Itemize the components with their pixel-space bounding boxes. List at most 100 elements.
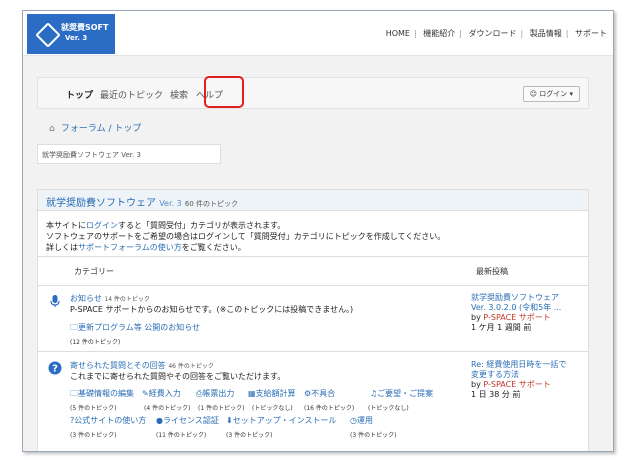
category-title-news[interactable]: お知らせ 14 件のトピック [70,293,150,304]
site-header: 就奨費SOFT Ver. 3 HOME | 機能紹介 | ダウンロード | 製品情報 |… [23,11,613,56]
subcategory-license[interactable]: ●ライセンス認証 [156,415,219,426]
clock-icon: ◷ [350,416,357,425]
latest-faq-by: by [471,380,481,389]
category-card: 就学奨励費ソフトウェア Ver. 3 60 件のトピック 本サイトにログインする… [37,189,589,451]
latest-faq-title[interactable]: Re: 経費使用日時を一括で [471,360,566,370]
intro-line1-post: すると「質問受付」カテゴリが表示されます。 [118,221,286,230]
card-version: Ver. 3 [159,199,182,208]
forum-nav-top[interactable]: トップ [66,88,93,101]
folder-icon: 🗀 [70,389,78,398]
subcategory-payment-calc[interactable]: ▦支給額計算 [248,388,296,399]
subcount-basic-info: (5 件のトピック) [70,405,117,412]
table-header: カテゴリー 最新投稿 [38,256,588,286]
login-label: ログイン ▾ [539,90,573,98]
subcategory-expense-input[interactable]: ✎経費入力 [142,388,181,399]
subcategory-operation-text[interactable]: 運用 [357,416,373,425]
forum-guide-link[interactable]: サポートフォーラムの使い方 [78,243,182,252]
subcategory-site-usage-text[interactable]: 公式サイトの使い方 [74,416,146,425]
latest-faq-author[interactable]: P-SPACE サポート [483,380,550,389]
latest-news-by: by [471,313,481,322]
subcategory-site-usage[interactable]: ?公式サイトの使い方 [70,415,146,426]
subcategory-operation[interactable]: ◷運用 [350,415,373,426]
folder-icon: 🗀 [70,323,78,332]
category-title-news-text[interactable]: お知らせ [70,294,102,303]
subcount-site-usage: (3 件のトピック) [70,432,117,439]
forum-nav-recent[interactable]: 最近のトピック [100,88,163,101]
latest-post-news: 就学奨励費ソフトウェア Ver. 3.0.2.0 (令和5年 ... by P-… [471,293,561,333]
nav-download[interactable]: ダウンロード [469,29,517,38]
question-icon: ? [48,361,62,375]
subcategory-setup-text[interactable]: セットアップ・インストール [233,416,337,425]
search-input[interactable]: 就学奨励費ソフトウェア Ver. 3 [37,144,221,164]
edit-icon: ✎ [142,389,149,398]
latest-faq-time: 1 日 38 分 前 [471,390,521,399]
category-news-count: 14 件のトピック [104,296,150,303]
svg-text:?: ? [52,364,58,375]
home-icon: ⌂ [49,124,55,134]
subcount-setup: (3 件のトピック) [226,432,273,439]
subcount-expense-input: (4 件のトピック) [144,405,191,412]
subcount-payment-calc: (トピックなし) [252,405,293,412]
intro-line1-pre: 本サイトに [46,221,86,230]
card-header: 就学奨励費ソフトウェア Ver. 3 60 件のトピック [38,190,588,211]
nav-home[interactable]: HOME [386,29,410,38]
latest-news-title2[interactable]: Ver. 3.0.2.0 (令和5年 ... [471,303,561,313]
subcategory-setup[interactable]: ⬇セットアップ・インストール [226,415,337,426]
card-topic-count: 60 件のトピック [184,200,239,208]
subcategory-updates[interactable]: 🗀更新プログラム等 公開のお知らせ [70,322,200,336]
subcategory-requests-text[interactable]: ご要望・ご提案 [377,389,433,398]
category-title-faq-text[interactable]: 寄せられた質問とその回答 [70,361,166,370]
subcategory-forms-output-text[interactable]: 帳票出力 [202,389,234,398]
col-latest: 最新投稿 [476,267,508,276]
latest-news-title[interactable]: 就学奨励費ソフトウェア [471,293,561,303]
logo-version: Ver. 3 [65,34,88,42]
top-navigation: HOME | 機能紹介 | ダウンロード | 製品情報 | サポート [385,29,607,38]
card-title-text[interactable]: 就学奨励費ソフトウェア [46,198,156,209]
subcategory-forms-output[interactable]: ⎙帳票出力 [196,388,234,399]
nav-products[interactable]: 製品情報 [530,29,562,38]
site-logo[interactable]: 就奨費SOFT Ver. 3 [27,14,115,54]
subcount-forms-output: (1 件のトピック) [198,405,245,412]
download-icon: ⬇ [226,416,233,425]
calculator-icon: ▦ [248,389,256,398]
subcategory-payment-calc-text[interactable]: 支給額計算 [256,389,296,398]
cube-icon [35,22,61,48]
category-faq-count: 46 件のトピック [168,363,214,370]
breadcrumb[interactable]: ⌂ フォーラム / トップ [49,121,141,134]
intro-line2: ソフトウェアのサポートをご希望の場合はログインして「質問受付」カテゴリにトピック… [46,232,446,241]
subcategory-basic-info[interactable]: 🗀基礎情報の編集 [70,388,134,402]
category-title-faq[interactable]: 寄せられた質問とその回答 46 件のトピック [70,360,214,371]
forum-nav-search[interactable]: 検索 [170,88,188,101]
subcategory-requests[interactable]: ♫ご要望・ご提案 [370,388,433,399]
login-link[interactable]: ログイン [86,221,118,230]
subcount-bugs: (16 件のトピック) [304,405,355,412]
microphone-icon [50,295,60,307]
subcategory-updates-text[interactable]: 更新プログラム等 公開のお知らせ [78,323,200,332]
subcategory-basic-info-text[interactable]: 基礎情報の編集 [78,389,134,398]
row-divider [38,351,588,352]
circle-icon: ● [156,416,163,425]
latest-post-faq: Re: 経費使用日時を一括で 変更する方法 by P-SPACE サポート 1 … [471,360,566,400]
card-title[interactable]: 就学奨励費ソフトウェア Ver. 3 60 件のトピック [46,194,238,209]
subcategory-updates-count: (12 件のトピック) [70,339,121,346]
subcategory-license-text[interactable]: ライセンス認証 [163,416,219,425]
latest-faq-author-line: by P-SPACE サポート [471,380,566,390]
latest-news-author-line: by P-SPACE サポート [471,313,561,323]
forum-nav: トップ 最近のトピック 検索 ヘルプ ☺ ログイン ▾ [37,76,589,109]
subcategory-bugs[interactable]: ⚙不具合 [304,388,335,399]
browser-frame: 就奨費SOFT Ver. 3 HOME | 機能紹介 | ダウンロード | 製品情報 |… [22,10,614,452]
subcount-license: (11 件のトピック) [156,432,207,439]
breadcrumb-text[interactable]: フォーラム / トップ [61,124,142,134]
latest-faq-title2[interactable]: 変更する方法 [471,370,566,380]
intro-text: 本サイトにログインすると「質問受付」カテゴリが表示されます。 ソフトウェアのサポ… [46,220,445,253]
subcategory-bugs-text[interactable]: 不具合 [311,389,335,398]
subcategory-expense-input-text[interactable]: 経費入力 [149,389,181,398]
nav-features[interactable]: 機能紹介 [423,29,455,38]
latest-news-author[interactable]: P-SPACE サポート [483,313,550,322]
nav-support[interactable]: サポート [575,29,607,38]
category-news-desc: P-SPACE サポートからのお知らせです。(※このトピックには投稿できません。… [70,305,354,314]
latest-news-time: 1 ケ月 1 週間 前 [471,323,532,332]
user-icon: ☺ [529,90,540,98]
col-category: カテゴリー [74,267,114,276]
login-button[interactable]: ☺ ログイン ▾ [522,86,580,102]
